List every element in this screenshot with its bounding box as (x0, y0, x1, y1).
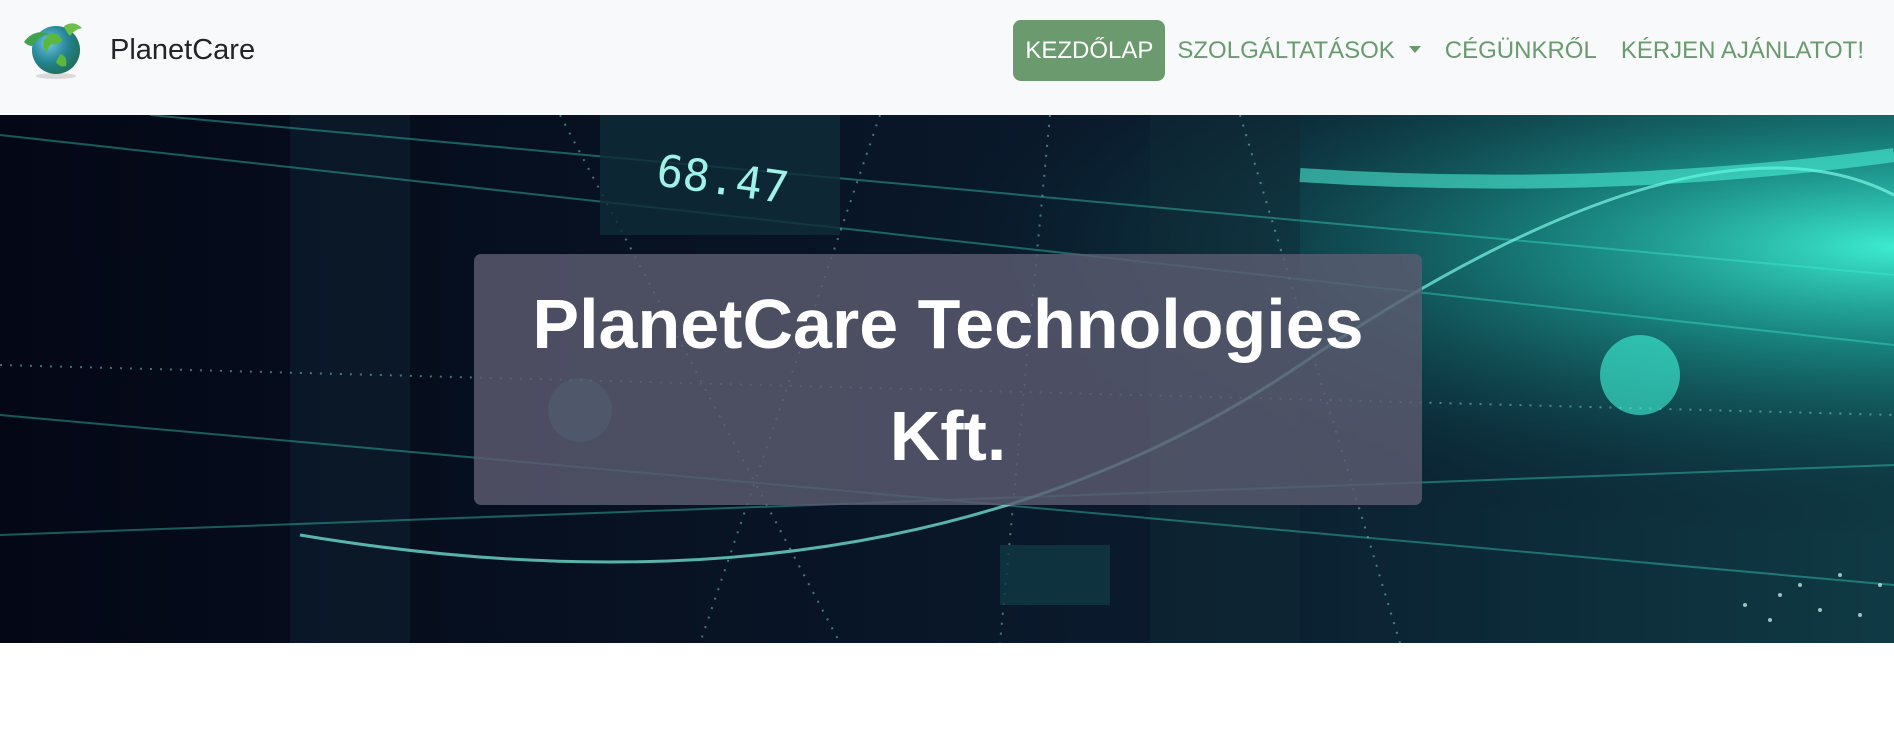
brand-link[interactable]: PlanetCare (20, 20, 255, 80)
nav-item-szolgaltatasok[interactable]: SZOLGÁLTATÁSOK (1165, 20, 1432, 81)
hero-title-box: PlanetCare Technologies Kft. (474, 254, 1422, 505)
top-navbar: PlanetCare KEZDŐLAP SZOLGÁLTATÁSOK CÉGÜN… (0, 0, 1894, 115)
main-nav: KEZDŐLAP SZOLGÁLTATÁSOK CÉGÜNKRŐL KÉRJEN… (1013, 20, 1876, 81)
nav-item-szolgaltatasok-label: SZOLGÁLTATÁSOK (1177, 37, 1395, 64)
nav-item-cegunkrol[interactable]: CÉGÜNKRŐL (1433, 20, 1609, 81)
nav-item-kerjen-ajanlatot[interactable]: KÉRJEN AJÁNLATOT! (1609, 20, 1876, 81)
hero-banner: 68.47 PlanetCare Technologies Kft. (0, 115, 1894, 643)
caret-down-icon (1408, 46, 1421, 54)
nav-item-kezdolap[interactable]: KEZDŐLAP (1013, 20, 1166, 81)
globe-leaf-icon (24, 23, 82, 79)
brand-name: PlanetCare (110, 33, 256, 66)
hero-title: PlanetCare Technologies Kft. (532, 284, 1364, 475)
